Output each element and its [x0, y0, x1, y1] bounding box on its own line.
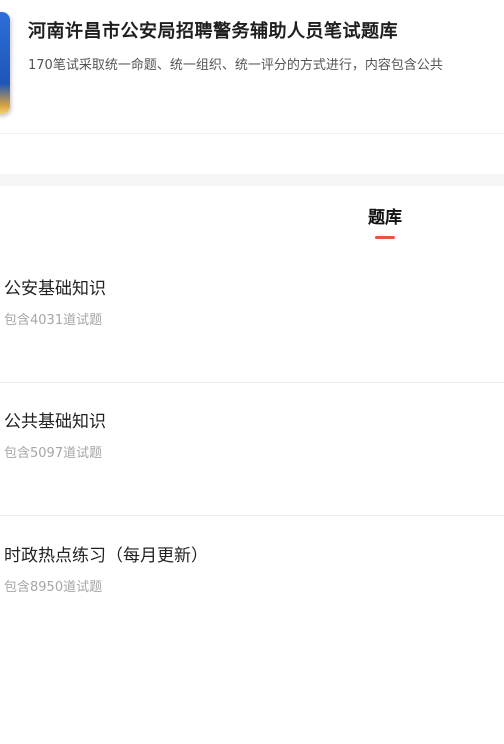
- divider: [0, 133, 504, 134]
- active-tab-indicator: [375, 236, 395, 239]
- tab-question-bank[interactable]: 题库: [362, 205, 408, 241]
- exam-header: 河南许昌市公安局招聘警务辅助人员笔试题库 170笔试采取统一命题、统一组织、统一…: [0, 0, 504, 134]
- list-item[interactable]: 公共基础知识 包含5097道试题: [0, 383, 504, 516]
- section-gap: [0, 174, 504, 186]
- list-item-title: 时政热点练习（每月更新）: [4, 546, 208, 566]
- list-item[interactable]: 时政热点练习（每月更新） 包含8950道试题: [0, 517, 504, 650]
- list-item-title: 公共基础知识: [4, 412, 106, 432]
- list-item-count: 包含5097道试题: [4, 446, 103, 461]
- book-cover-image[interactable]: [0, 12, 10, 114]
- list-item-count: 包含8950道试题: [4, 580, 103, 595]
- exam-description: 170笔试采取统一命题、统一组织、统一评分的方式进行，内容包含公共: [28, 58, 443, 73]
- divider: [0, 515, 504, 516]
- list-item-title: 公安基础知识: [4, 279, 106, 299]
- tab-label: 题库: [368, 208, 402, 228]
- list-item[interactable]: 公安基础知识 包含4031道试题: [0, 250, 504, 383]
- list-item-count: 包含4031道试题: [4, 313, 103, 328]
- exam-title: 河南许昌市公安局招聘警务辅助人员笔试题库: [28, 21, 398, 42]
